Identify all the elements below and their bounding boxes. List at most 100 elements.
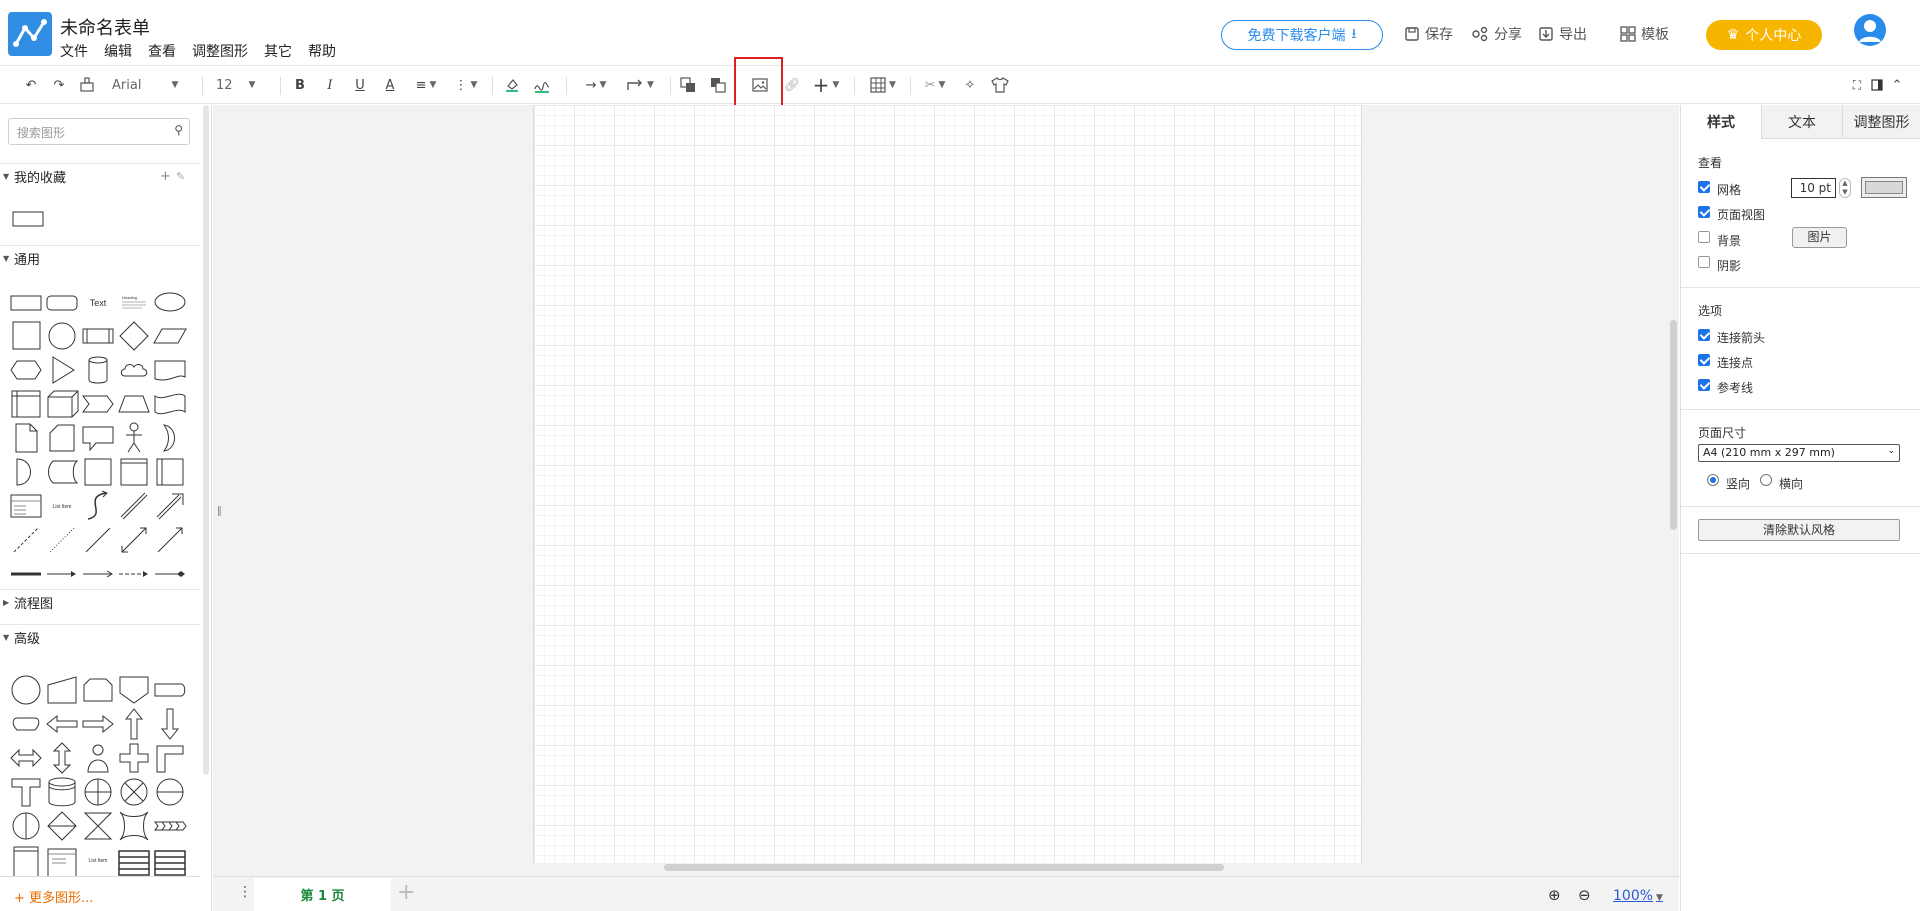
- portrait-radio[interactable]: [1707, 474, 1719, 486]
- menu-help[interactable]: 帮助: [308, 41, 336, 61]
- sort-shape[interactable]: [44, 809, 80, 843]
- grid-size-spinner[interactable]: ▲ ▼: [1839, 178, 1851, 198]
- collate-shape[interactable]: [80, 809, 116, 843]
- bidirectional-arrow-shape[interactable]: [116, 489, 152, 523]
- zoom-in-icon[interactable]: ⊕: [1548, 886, 1561, 904]
- app-logo[interactable]: [8, 12, 52, 56]
- horizontal-scrollbar[interactable]: [664, 864, 1224, 871]
- redo-icon[interactable]: ↷: [50, 75, 68, 95]
- corner-shape[interactable]: [152, 741, 188, 775]
- adv-list-item-shape[interactable]: List Item: [80, 843, 116, 877]
- italic-button[interactable]: I: [322, 75, 338, 95]
- container-shape[interactable]: [116, 455, 152, 489]
- menu-extras[interactable]: 其它: [264, 41, 292, 61]
- connect-points-checkbox[interactable]: [1698, 354, 1710, 366]
- table-button[interactable]: ▼: [866, 75, 900, 95]
- cube-shape[interactable]: [44, 387, 80, 421]
- horizontal-table-shape[interactable]: [116, 843, 152, 877]
- or-shape[interactable]: [152, 421, 188, 455]
- fullscreen-icon[interactable]: ⛶: [1850, 75, 1864, 95]
- download-client-button[interactable]: 免费下载客户端 ⭳: [1221, 20, 1383, 50]
- underline-button[interactable]: U: [352, 75, 368, 95]
- format-painter-icon[interactable]: [78, 75, 96, 95]
- page-menu-icon[interactable]: ⋮: [238, 884, 252, 900]
- connector-diamond-shape[interactable]: [152, 557, 188, 591]
- link-line-shape[interactable]: [8, 557, 44, 591]
- card-shape[interactable]: [44, 421, 80, 455]
- arrow-shape[interactable]: [152, 489, 188, 523]
- insert-button[interactable]: + ▼: [808, 73, 844, 97]
- triangle-shape[interactable]: [44, 353, 80, 387]
- format-panel-toggle-icon[interactable]: [1870, 75, 1884, 95]
- terminator-shape[interactable]: [8, 707, 44, 741]
- user-avatar[interactable]: [1854, 14, 1886, 46]
- document-shape[interactable]: [152, 353, 188, 387]
- share-button[interactable]: 分享: [1471, 24, 1522, 44]
- theme-shirt-icon[interactable]: [990, 75, 1010, 95]
- section-general[interactable]: ▼ 通用: [0, 245, 200, 271]
- to-back-icon[interactable]: [708, 75, 728, 95]
- up-arrow-shape[interactable]: [116, 707, 152, 741]
- rounded-rectangle-shape[interactable]: [44, 285, 80, 319]
- square-shape[interactable]: [8, 319, 44, 353]
- menu-file[interactable]: 文件: [60, 41, 88, 61]
- menu-view[interactable]: 查看: [148, 41, 176, 61]
- internal-storage-shape[interactable]: [8, 387, 44, 421]
- off-page-reference-shape[interactable]: [116, 673, 152, 707]
- edit-favorite-icon[interactable]: ✎: [176, 170, 185, 183]
- summing-junction-shape[interactable]: [80, 775, 116, 809]
- tab-arrange[interactable]: 调整图形: [1842, 105, 1920, 139]
- font-color-button[interactable]: A: [382, 75, 398, 95]
- or-junction-shape[interactable]: [116, 775, 152, 809]
- grid-color-button[interactable]: [1861, 177, 1907, 198]
- vertical-split-circle-shape[interactable]: [8, 809, 44, 843]
- loop-limit-shape[interactable]: [80, 673, 116, 707]
- landscape-radio[interactable]: [1760, 474, 1772, 486]
- export-button[interactable]: 导出: [1538, 24, 1587, 44]
- left-right-arrow-shape[interactable]: [8, 741, 44, 775]
- tee-shape[interactable]: [8, 775, 44, 809]
- connector-style-button[interactable]: → ▼: [578, 75, 614, 95]
- line-shape[interactable]: [80, 523, 116, 557]
- font-family-select[interactable]: Arial ▼: [112, 75, 190, 95]
- connector-open-arrow-shape[interactable]: [80, 557, 116, 591]
- zoom-level-select[interactable]: 100% ▼: [1613, 888, 1663, 904]
- dashed-line-shape[interactable]: [8, 523, 44, 557]
- line-color-icon[interactable]: [532, 75, 552, 95]
- connector-arrow-shape[interactable]: [44, 557, 80, 591]
- trapezoid-shape[interactable]: [116, 387, 152, 421]
- callout-shape[interactable]: [80, 421, 116, 455]
- tab-style[interactable]: 样式: [1680, 105, 1761, 139]
- connect-arrows-checkbox[interactable]: [1698, 329, 1710, 341]
- section-advanced[interactable]: ▼ 高级: [0, 624, 200, 650]
- person-shape[interactable]: [80, 741, 116, 775]
- text-shape[interactable]: Text: [80, 285, 116, 319]
- line-circle-shape[interactable]: [152, 775, 188, 809]
- undo-icon[interactable]: ↶: [22, 75, 40, 95]
- shadow-checkbox[interactable]: [1698, 256, 1710, 268]
- bidirectional-connector-shape[interactable]: [116, 523, 152, 557]
- font-size-select[interactable]: 12 ▼: [216, 75, 266, 95]
- clear-default-style-button[interactable]: 清除默认风格: [1698, 519, 1900, 541]
- left-arrow-shape[interactable]: [44, 707, 80, 741]
- manual-input-shape[interactable]: [44, 673, 80, 707]
- waypoint-style-button[interactable]: ▼: [622, 75, 658, 95]
- zoom-out-icon[interactable]: ⊖: [1578, 886, 1591, 904]
- background-image-button[interactable]: 图片: [1792, 227, 1847, 248]
- align-button[interactable]: ≡ ▼: [410, 75, 442, 95]
- grid-checkbox[interactable]: [1698, 181, 1710, 193]
- more-text-options-button[interactable]: ⋮ ▼: [452, 75, 480, 95]
- edit-style-button[interactable]: ✂ ▼: [918, 75, 952, 95]
- section-favorites[interactable]: ▼ 我的收藏 + ✎: [0, 163, 200, 189]
- guides-checkbox[interactable]: [1698, 379, 1710, 391]
- directional-connector-shape[interactable]: [152, 523, 188, 557]
- document-title[interactable]: 未命名表单: [60, 14, 150, 40]
- background-checkbox[interactable]: [1698, 231, 1710, 243]
- link-icon[interactable]: 🔗︎: [782, 75, 802, 95]
- hexagon-shape[interactable]: [8, 353, 44, 387]
- sidebar-resize-handle-icon[interactable]: ∥: [217, 506, 222, 517]
- curve-shape[interactable]: [80, 489, 116, 523]
- sidebar-scrollbar[interactable]: [203, 105, 209, 775]
- section-flowchart[interactable]: ▶ 流程图: [0, 589, 200, 615]
- process-shape[interactable]: [80, 319, 116, 353]
